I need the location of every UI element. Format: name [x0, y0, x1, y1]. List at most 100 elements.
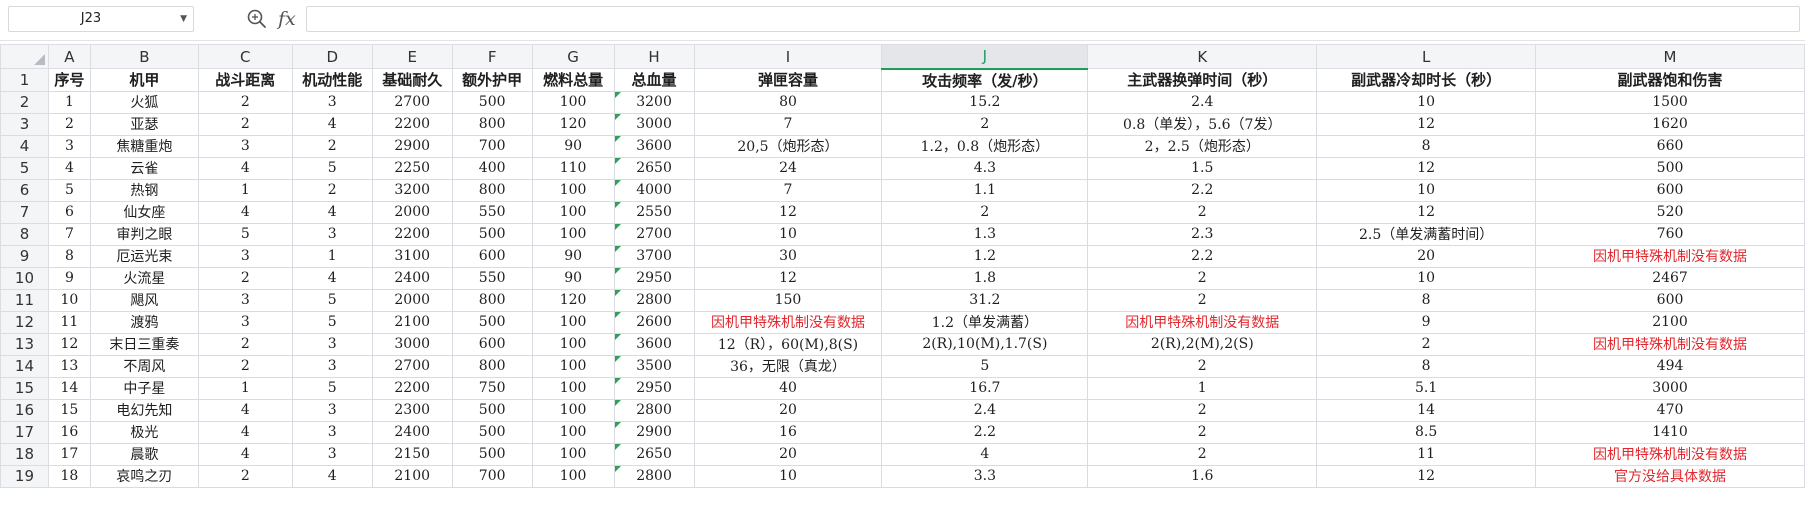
row-header[interactable]: 3 — [0, 112, 49, 136]
cell-e13[interactable]: 3000 — [371, 332, 453, 356]
cell-i2[interactable]: 80 — [693, 90, 883, 114]
cell-g1[interactable]: 燃料总量 — [531, 68, 615, 92]
cell-e6[interactable]: 3200 — [371, 178, 453, 202]
cell-m19[interactable]: 官方没给具体数据 — [1535, 464, 1805, 488]
cell-l16[interactable]: 14 — [1316, 398, 1537, 422]
row-header[interactable]: 13 — [0, 332, 49, 356]
cell-m16[interactable]: 470 — [1535, 398, 1805, 422]
cell-g17[interactable]: 100 — [531, 420, 615, 444]
cell-h7[interactable]: 2550 — [613, 200, 695, 224]
cell-c17[interactable]: 4 — [197, 420, 293, 444]
cell-e8[interactable]: 2200 — [371, 222, 453, 246]
cell-f11[interactable]: 800 — [451, 288, 533, 312]
cell-g6[interactable]: 100 — [531, 178, 615, 202]
cell-h10[interactable]: 2950 — [613, 266, 695, 290]
row-header[interactable]: 19 — [0, 464, 49, 488]
cell-j3[interactable]: 2 — [881, 112, 1089, 136]
cell-g16[interactable]: 100 — [531, 398, 615, 422]
row-header[interactable]: 8 — [0, 222, 49, 246]
column-header-i[interactable]: I — [693, 44, 883, 69]
cell-c5[interactable]: 4 — [197, 156, 293, 180]
cell-g11[interactable]: 120 — [531, 288, 615, 312]
row-header[interactable]: 14 — [0, 354, 49, 378]
cell-b10[interactable]: 火流星 — [89, 266, 199, 290]
cell-h14[interactable]: 3500 — [613, 354, 695, 378]
cell-b9[interactable]: 厄运光束 — [89, 244, 199, 268]
row-header[interactable]: 1 — [0, 68, 49, 92]
cell-l13[interactable]: 2 — [1316, 332, 1537, 356]
cell-m8[interactable]: 760 — [1535, 222, 1805, 246]
cell-e11[interactable]: 2000 — [371, 288, 453, 312]
column-header-d[interactable]: D — [291, 44, 373, 69]
cell-c18[interactable]: 4 — [197, 442, 293, 466]
cell-d18[interactable]: 3 — [291, 442, 373, 466]
cell-e2[interactable]: 2700 — [371, 90, 453, 114]
cell-c16[interactable]: 4 — [197, 398, 293, 422]
cell-i9[interactable]: 30 — [693, 244, 883, 268]
cell-j15[interactable]: 16.7 — [881, 376, 1089, 400]
cell-m18[interactable]: 因机甲特殊机制没有数据 — [1535, 442, 1805, 466]
cell-d13[interactable]: 3 — [291, 332, 373, 356]
cell-b11[interactable]: 飓风 — [89, 288, 199, 312]
cell-c8[interactable]: 5 — [197, 222, 293, 246]
cell-c10[interactable]: 2 — [197, 266, 293, 290]
cell-i3[interactable]: 7 — [693, 112, 883, 136]
cell-a4[interactable]: 3 — [47, 134, 91, 158]
cell-c13[interactable]: 2 — [197, 332, 293, 356]
cell-j6[interactable]: 1.1 — [881, 178, 1089, 202]
cell-e17[interactable]: 2400 — [371, 420, 453, 444]
cell-f15[interactable]: 750 — [451, 376, 533, 400]
cell-m1[interactable]: 副武器饱和伤害 — [1535, 68, 1805, 92]
cell-i15[interactable]: 40 — [693, 376, 883, 400]
cell-l17[interactable]: 8.5 — [1316, 420, 1537, 444]
cell-g9[interactable]: 90 — [531, 244, 615, 268]
cell-h15[interactable]: 2950 — [613, 376, 695, 400]
cell-a17[interactable]: 16 — [47, 420, 91, 444]
cell-a3[interactable]: 2 — [47, 112, 91, 136]
name-box[interactable]: J23 ▼ — [8, 6, 194, 32]
cell-k19[interactable]: 1.6 — [1087, 464, 1318, 488]
cell-l6[interactable]: 10 — [1316, 178, 1537, 202]
column-header-g[interactable]: G — [531, 44, 615, 69]
cell-h13[interactable]: 3600 — [613, 332, 695, 356]
cell-a8[interactable]: 7 — [47, 222, 91, 246]
column-header-c[interactable]: C — [197, 44, 293, 69]
cell-b17[interactable]: 极光 — [89, 420, 199, 444]
cell-l7[interactable]: 12 — [1316, 200, 1537, 224]
cell-k4[interactable]: 2，2.5（炮形态） — [1087, 134, 1318, 158]
cell-k6[interactable]: 2.2 — [1087, 178, 1318, 202]
row-header[interactable]: 18 — [0, 442, 49, 466]
cell-k10[interactable]: 2 — [1087, 266, 1318, 290]
cell-c19[interactable]: 2 — [197, 464, 293, 488]
cell-h11[interactable]: 2800 — [613, 288, 695, 312]
cell-m4[interactable]: 660 — [1535, 134, 1805, 158]
cell-l12[interactable]: 9 — [1316, 310, 1537, 334]
cell-d16[interactable]: 3 — [291, 398, 373, 422]
cell-d10[interactable]: 4 — [291, 266, 373, 290]
cell-d3[interactable]: 4 — [291, 112, 373, 136]
cell-c6[interactable]: 1 — [197, 178, 293, 202]
cell-c14[interactable]: 2 — [197, 354, 293, 378]
cell-l19[interactable]: 12 — [1316, 464, 1537, 488]
cell-j14[interactable]: 5 — [881, 354, 1089, 378]
cell-m12[interactable]: 2100 — [1535, 310, 1805, 334]
cell-b14[interactable]: 不周风 — [89, 354, 199, 378]
cell-b2[interactable]: 火狐 — [89, 90, 199, 114]
cell-c4[interactable]: 3 — [197, 134, 293, 158]
cell-k1[interactable]: 主武器换弹时间（秒） — [1087, 68, 1318, 92]
cell-e3[interactable]: 2200 — [371, 112, 453, 136]
cell-b6[interactable]: 热钢 — [89, 178, 199, 202]
cell-j13[interactable]: 2(R),10(M),1.7(S) — [881, 332, 1089, 356]
cell-i18[interactable]: 20 — [693, 442, 883, 466]
cell-g19[interactable]: 100 — [531, 464, 615, 488]
cell-i7[interactable]: 12 — [693, 200, 883, 224]
cell-i1[interactable]: 弹匣容量 — [693, 68, 883, 92]
column-header-e[interactable]: E — [371, 44, 453, 69]
cell-a19[interactable]: 18 — [47, 464, 91, 488]
cell-d5[interactable]: 5 — [291, 156, 373, 180]
cell-m7[interactable]: 520 — [1535, 200, 1805, 224]
cell-j8[interactable]: 1.3 — [881, 222, 1089, 246]
cell-m15[interactable]: 3000 — [1535, 376, 1805, 400]
cell-g13[interactable]: 100 — [531, 332, 615, 356]
cell-d7[interactable]: 4 — [291, 200, 373, 224]
